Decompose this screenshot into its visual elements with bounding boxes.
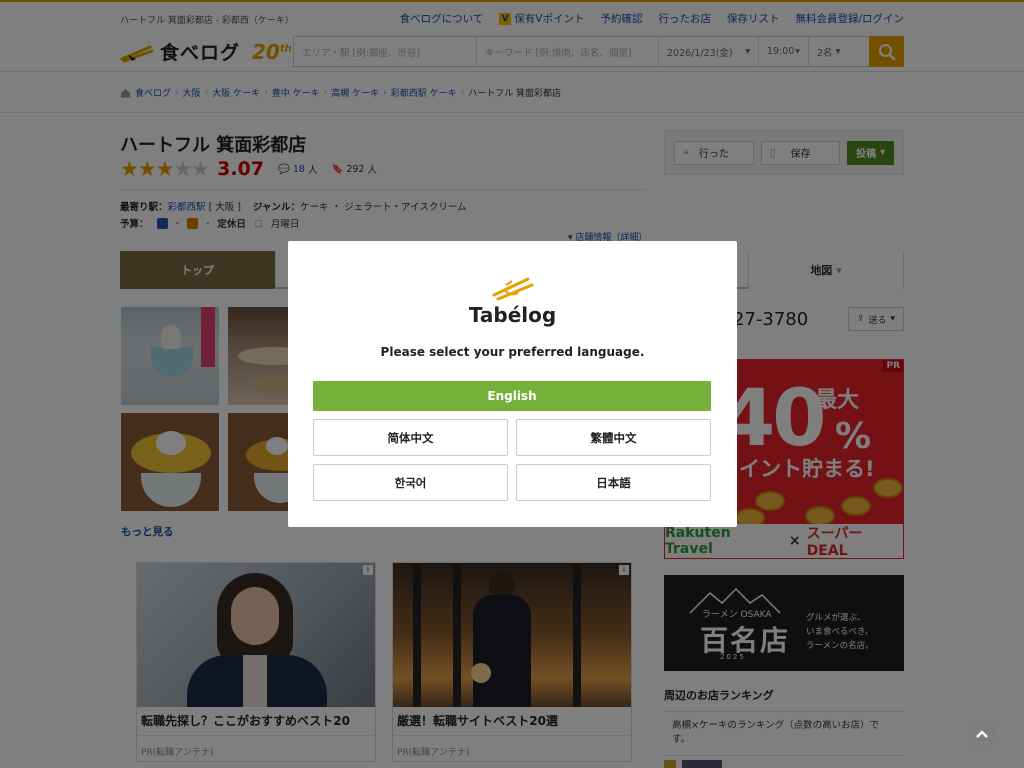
chevron-up-icon — [975, 729, 988, 738]
language-prompt: Please select your preferred language. — [380, 345, 645, 359]
language-japanese-button[interactable]: 日本語 — [516, 464, 711, 501]
language-korean-button[interactable]: 한국어 — [313, 464, 508, 501]
language-simplified-chinese-button[interactable]: 简体中文 — [313, 419, 508, 456]
language-traditional-chinese-button[interactable]: 繁體中文 — [516, 419, 711, 456]
language-english-button[interactable]: English — [313, 381, 711, 411]
chopsticks-logo-icon — [492, 277, 533, 301]
language-select-dialog: Tabélog Please select your preferred lan… — [288, 241, 737, 527]
page-top-button[interactable] — [967, 719, 996, 748]
tabelog-wordmark: Tabélog — [468, 303, 557, 327]
tabelog-logo: Tabélog — [288, 275, 737, 327]
